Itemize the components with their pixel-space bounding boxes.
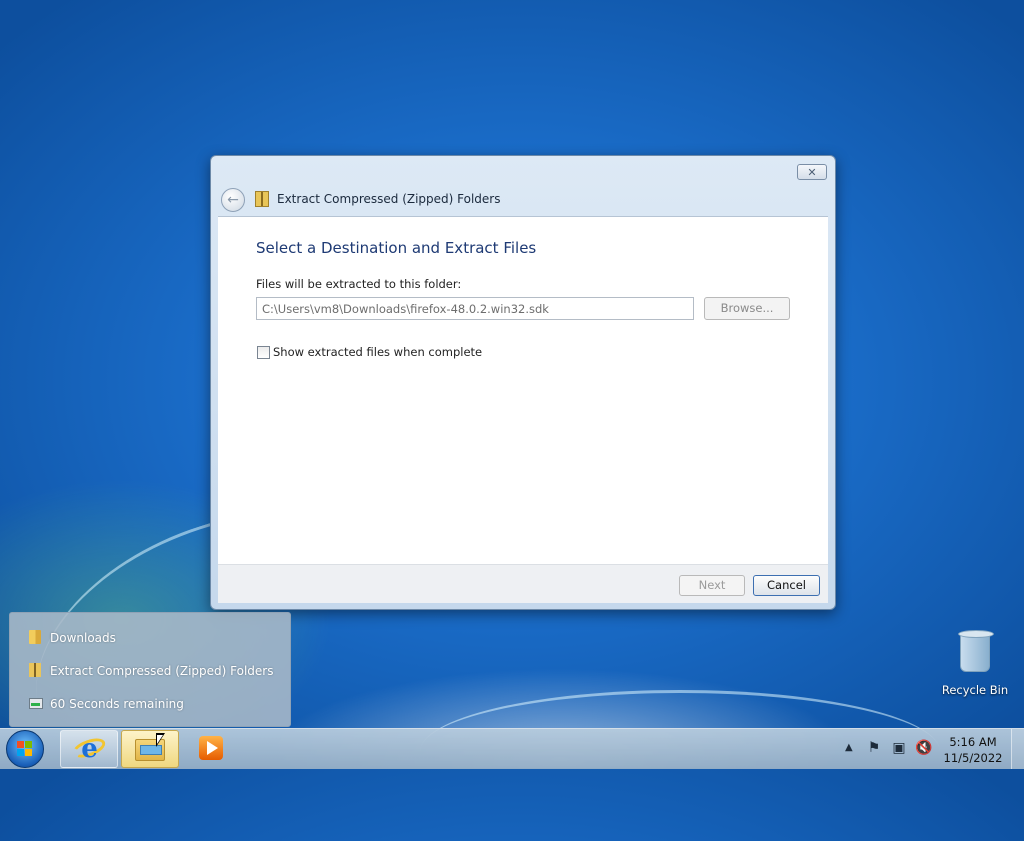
close-button[interactable]: ✕ — [797, 164, 827, 180]
recycle-bin-icon — [958, 630, 994, 672]
show-extracted-files-label[interactable]: Show extracted files when complete — [273, 345, 482, 359]
folder-icon — [29, 630, 41, 644]
taskbar-windows-explorer[interactable] — [121, 730, 179, 768]
page-heading: Select a Destination and Extract Files — [256, 239, 537, 257]
system-clock[interactable]: 5:16 AM 11/5/2022 — [940, 734, 1006, 766]
mouse-cursor — [156, 733, 165, 747]
taskbar-media-player[interactable] — [199, 736, 223, 760]
browse-button[interactable]: Browse... — [704, 297, 790, 320]
cancel-button[interactable]: Cancel — [753, 575, 820, 596]
back-button[interactable]: ← — [221, 188, 245, 212]
start-button[interactable] — [6, 730, 44, 768]
next-button[interactable]: Next — [679, 575, 745, 596]
taskbar-jumplist: Downloads Extract Compressed (Zipped) Fo… — [9, 612, 291, 727]
clock-time: 5:16 AM — [949, 735, 997, 749]
jumplist-item-label: Extract Compressed (Zipped) Folders — [50, 664, 274, 678]
progress-icon — [29, 698, 43, 709]
destination-path-input[interactable] — [256, 297, 694, 320]
clock-date: 11/5/2022 — [943, 751, 1003, 765]
dialog-content: Select a Destination and Extract Files F… — [218, 216, 828, 564]
windows-logo-icon — [17, 741, 33, 757]
jumplist-item-label: 60 Seconds remaining — [50, 697, 184, 711]
dialog-title: Extract Compressed (Zipped) Folders — [277, 192, 501, 206]
recycle-bin-shortcut[interactable]: Recycle Bin — [940, 628, 1010, 700]
network-icon[interactable]: ▣ — [891, 740, 907, 756]
back-arrow-icon: ← — [227, 192, 239, 208]
zip-folder-icon — [29, 663, 41, 677]
jumplist-item-label: Downloads — [50, 631, 116, 645]
play-icon — [207, 741, 218, 755]
volume-muted-icon[interactable]: 🔇 — [915, 740, 932, 756]
show-hidden-icons-button[interactable]: ▲ — [845, 742, 853, 753]
action-center-flag-icon[interactable]: ⚑ — [866, 740, 882, 756]
show-desktop-button[interactable] — [1011, 729, 1024, 769]
close-icon: ✕ — [807, 166, 817, 179]
taskbar: e ▲ ⚑ ▣ 🔇 5:16 AM 11/5/2022 — [0, 728, 1024, 769]
recycle-bin-label: Recycle Bin — [941, 683, 1009, 697]
internet-explorer-icon: e — [81, 734, 98, 764]
show-extracted-files-checkbox[interactable] — [257, 346, 270, 359]
zip-folder-icon — [255, 191, 269, 207]
taskbar-internet-explorer[interactable]: e — [60, 730, 118, 768]
dialog-footer: Next Cancel — [218, 564, 828, 603]
extract-dialog: ✕ ← Extract Compressed (Zipped) Folders … — [210, 155, 836, 610]
destination-label: Files will be extracted to this folder: — [256, 277, 462, 291]
